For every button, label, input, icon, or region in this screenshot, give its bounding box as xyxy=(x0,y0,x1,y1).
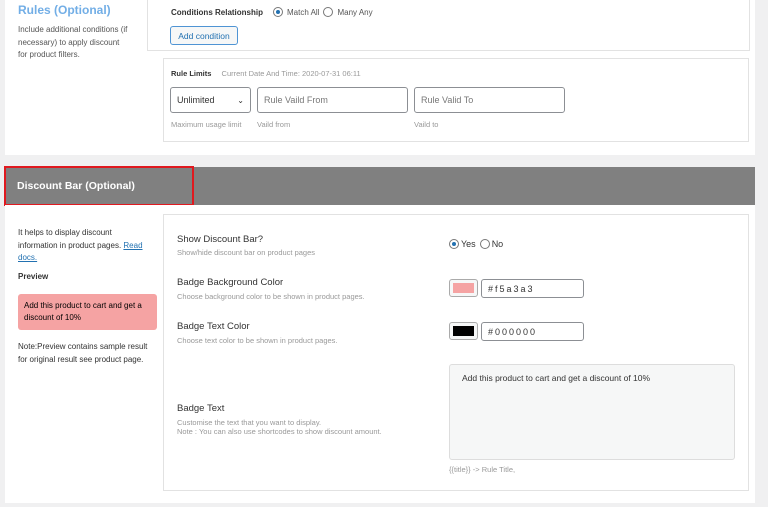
discount-bar-title: Discount Bar (Optional) xyxy=(17,180,135,192)
show-discount-bar-label: Show Discount Bar? xyxy=(177,234,264,245)
badge-text-note: Note : You can also use shortcodes to sh… xyxy=(177,427,382,436)
valid-to-input[interactable]: Rule Valid To xyxy=(414,87,565,113)
show-yes-radio[interactable] xyxy=(449,239,459,249)
badge-text-color-hint: Choose text color to be shown in product… xyxy=(177,336,338,345)
many-any-label: Many Any xyxy=(337,7,373,17)
rules-title: Rules (Optional) xyxy=(18,3,111,17)
valid-from-placeholder: Rule Vaild From xyxy=(264,95,328,105)
usage-hint: Maximum usage limit xyxy=(171,120,242,129)
show-discount-bar-hint: Show/hide discount bar on product pages xyxy=(177,248,316,257)
badge-text-textarea[interactable]: Add this product to cart and get a disco… xyxy=(449,364,735,460)
badge-text-label: Badge Text xyxy=(177,403,225,414)
badge-text-color-input[interactable]: #000000 xyxy=(481,322,584,341)
badge-bg-color-value: #f5a3a3 xyxy=(488,283,535,294)
match-all-radio[interactable] xyxy=(273,7,283,17)
preview-note: Note:Preview contains sample result for … xyxy=(18,342,148,364)
show-no-radio[interactable] xyxy=(479,239,490,249)
preview-label: Preview xyxy=(18,272,49,281)
rules-description: Include additional conditions (if necess… xyxy=(18,25,128,59)
conditions-relationship-label: Conditions Relationship xyxy=(171,7,263,17)
valid-to-hint: Vaild to xyxy=(414,120,439,129)
discount-bar-description-text: It helps to display discount information… xyxy=(18,228,122,250)
badge-text-color-swatch[interactable] xyxy=(449,322,478,340)
current-datetime: Current Date And Time: 2020-07-31 06:11 xyxy=(221,69,361,78)
valid-from-hint: Vaild from xyxy=(257,120,291,129)
badge-text-hint: Customise the text that you want to disp… xyxy=(177,418,322,427)
add-condition-button[interactable]: Add condition xyxy=(170,26,238,45)
show-no-label: No xyxy=(491,239,504,249)
badge-bg-color-label: Badge Background Color xyxy=(177,277,284,288)
badge-text-color-label: Badge Text Color xyxy=(177,321,250,332)
discount-bar-description: It helps to display discount information… xyxy=(18,227,153,265)
match-all-label: Match All xyxy=(287,7,320,17)
preview-badge: Add this product to cart and get a disco… xyxy=(18,294,157,330)
many-any-radio[interactable] xyxy=(323,7,334,17)
badge-bg-color-input[interactable]: #f5a3a3 xyxy=(481,279,584,298)
shortcode-hint: {{title}} -> Rule Title, xyxy=(449,465,516,474)
chevron-down-icon: ⌄ xyxy=(237,95,244,105)
usage-limit-value: Unlimited xyxy=(177,95,215,105)
rule-limits-label: Rule Limits xyxy=(171,69,212,78)
badge-bg-color-hint: Choose background color to be shown in p… xyxy=(177,292,365,301)
valid-to-placeholder: Rule Valid To xyxy=(421,95,474,105)
valid-from-input[interactable]: Rule Vaild From xyxy=(257,87,408,113)
usage-limit-select[interactable]: Unlimited ⌄ xyxy=(170,87,251,113)
badge-text-color-value: #000000 xyxy=(488,326,538,337)
show-yes-label: Yes xyxy=(461,239,476,249)
badge-bg-color-swatch[interactable] xyxy=(449,279,478,297)
